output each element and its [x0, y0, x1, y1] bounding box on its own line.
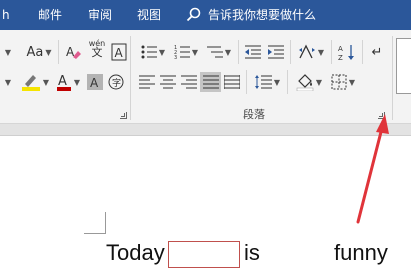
annotation-arrow: [356, 114, 389, 224]
